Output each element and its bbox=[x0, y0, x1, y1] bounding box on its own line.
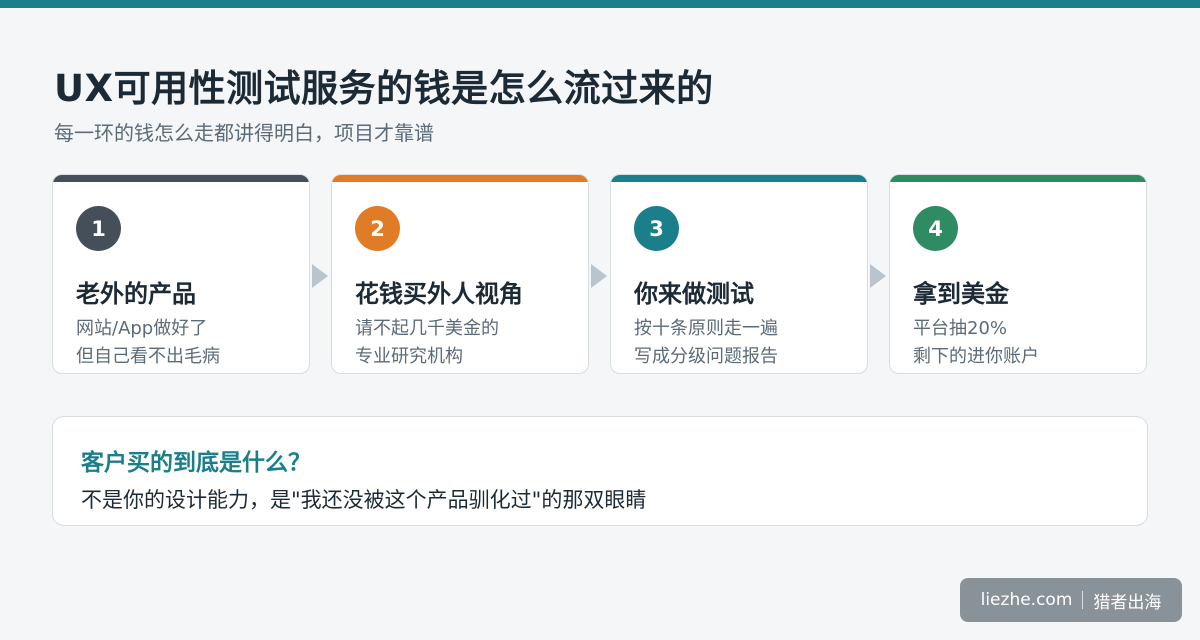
flow-arrow-icon bbox=[870, 264, 886, 288]
step-description-line: 网站/App做好了 bbox=[76, 318, 208, 339]
step-number-badge: 4 bbox=[913, 206, 958, 251]
flow-arrow-icon bbox=[312, 264, 328, 288]
page-subtitle: 每一环的钱怎么走都讲得明白，项目才靠谱 bbox=[54, 121, 434, 145]
step-number-badge: 3 bbox=[634, 206, 679, 251]
brand-watermark: liezhe.com 猎者出海 bbox=[960, 578, 1182, 622]
step-title: 拿到美金 bbox=[913, 280, 1009, 308]
step-description: 平台抽20% 剩下的进你账户 bbox=[913, 315, 1039, 371]
insight-callout: 客户买的到底是什么？ 不是你的设计能力，是"我还没被这个产品驯化过"的那双眼睛 bbox=[52, 416, 1148, 526]
step-description: 请不起几千美金的 专业研究机构 bbox=[355, 315, 499, 371]
step-accent-bar bbox=[332, 175, 588, 182]
brand-name: 猎者出海 bbox=[1093, 592, 1162, 613]
step-description: 按十条原则走一遍 写成分级问题报告 bbox=[634, 315, 778, 371]
step-description-line: 平台抽20% bbox=[913, 318, 1008, 339]
step-card-4: 4 拿到美金 平台抽20% 剩下的进你账户 bbox=[889, 174, 1147, 374]
step-description-line: 剩下的进你账户 bbox=[913, 346, 1039, 367]
brand-domain: liezhe.com bbox=[980, 590, 1073, 610]
step-description-line: 写成分级问题报告 bbox=[634, 346, 778, 367]
insight-answer: 不是你的设计能力，是"我还没被这个产品驯化过"的那双眼睛 bbox=[81, 488, 647, 512]
step-number-badge: 1 bbox=[76, 206, 121, 251]
step-accent-bar bbox=[890, 175, 1146, 182]
top-accent-bar bbox=[0, 0, 1200, 8]
step-accent-bar bbox=[611, 175, 867, 182]
brand-divider bbox=[1082, 591, 1084, 609]
flow-arrow-icon bbox=[591, 264, 607, 288]
step-description-line: 按十条原则走一遍 bbox=[634, 318, 778, 339]
step-card-3: 3 你来做测试 按十条原则走一遍 写成分级问题报告 bbox=[610, 174, 868, 374]
step-accent-bar bbox=[53, 175, 309, 182]
insight-question: 客户买的到底是什么？ bbox=[81, 450, 311, 476]
step-description-line: 专业研究机构 bbox=[355, 346, 463, 367]
page-title: UX可用性测试服务的钱是怎么流过来的 bbox=[54, 67, 714, 110]
step-title: 你来做测试 bbox=[634, 280, 754, 308]
step-title: 花钱买外人视角 bbox=[355, 280, 523, 308]
step-card-1: 1 老外的产品 网站/App做好了 但自己看不出毛病 bbox=[52, 174, 310, 374]
step-description: 网站/App做好了 但自己看不出毛病 bbox=[76, 315, 220, 371]
step-number-badge: 2 bbox=[355, 206, 400, 251]
flow-steps: 1 老外的产品 网站/App做好了 但自己看不出毛病 2 花钱买外人视角 请不起… bbox=[52, 174, 1148, 374]
step-card-2: 2 花钱买外人视角 请不起几千美金的 专业研究机构 bbox=[331, 174, 589, 374]
step-title: 老外的产品 bbox=[76, 280, 196, 308]
step-description-line: 请不起几千美金的 bbox=[355, 318, 499, 339]
step-description-line: 但自己看不出毛病 bbox=[76, 346, 220, 367]
